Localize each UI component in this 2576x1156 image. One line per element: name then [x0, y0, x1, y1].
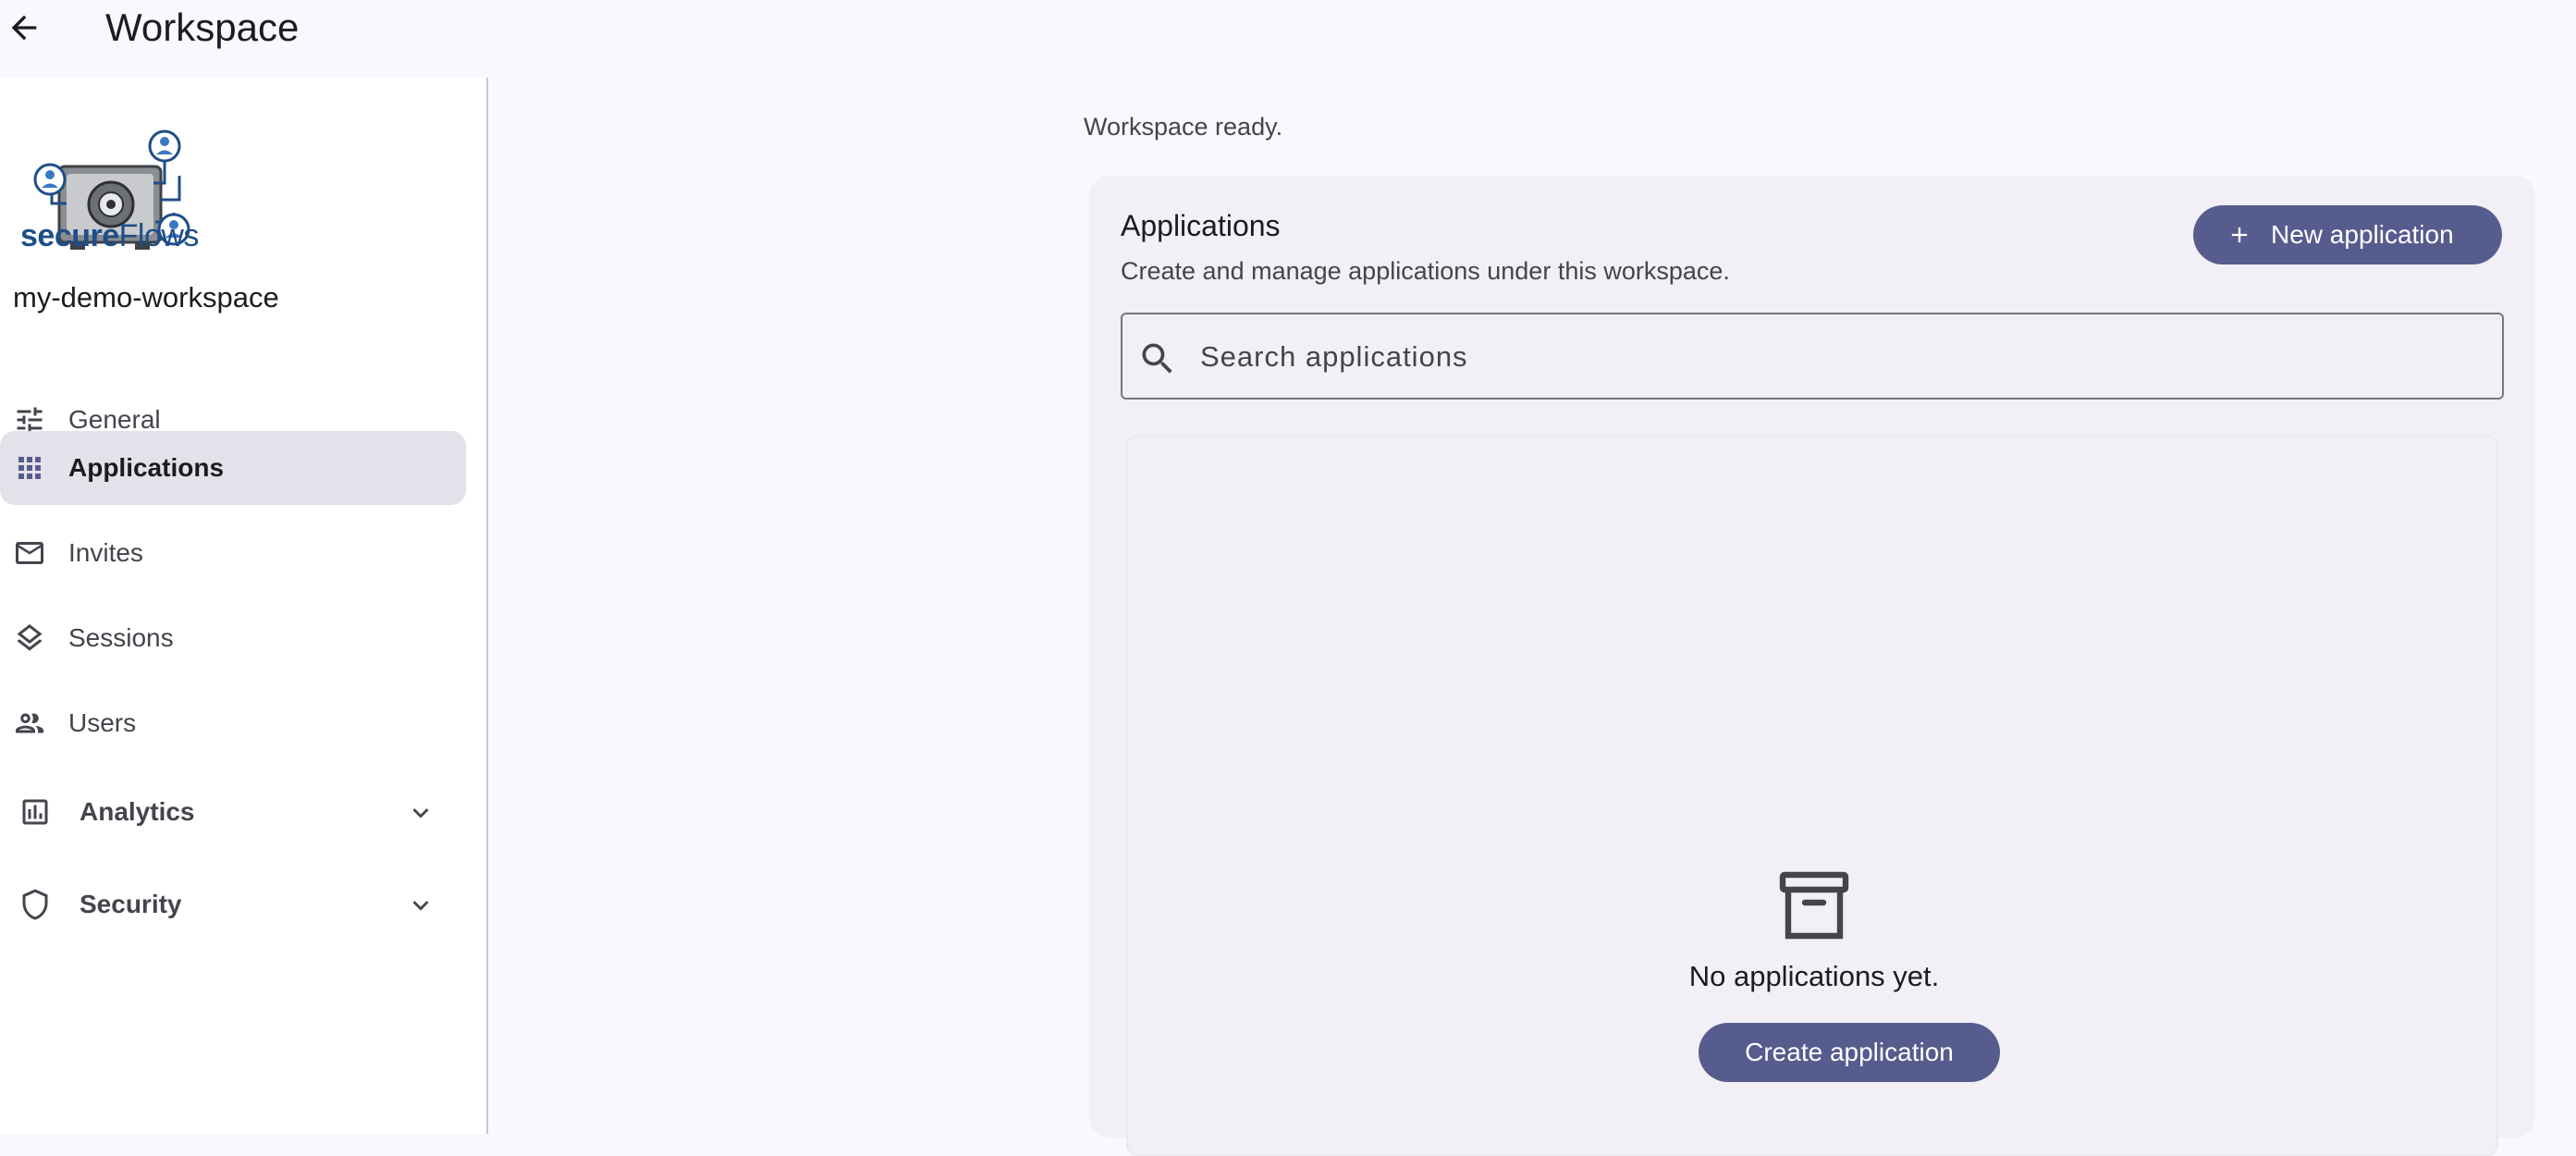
sidebar-item-invites[interactable]: Invites: [0, 516, 466, 590]
search-field[interactable]: [1121, 313, 2504, 400]
shield-icon: [22, 889, 48, 920]
sidebar-item-sessions[interactable]: Sessions: [0, 601, 466, 675]
new-application-button[interactable]: New application: [2193, 205, 2502, 264]
users-icon: [16, 713, 43, 733]
apps-grid-icon: [18, 457, 41, 479]
analytics-icon: [22, 799, 48, 825]
panel-subtitle: Create and manage applications under thi…: [1121, 257, 1730, 285]
mail-icon: [16, 542, 43, 564]
applications-list: No applications yet. Create application: [1126, 435, 2498, 1156]
new-application-label: New application: [2271, 220, 2454, 249]
sidebar-item-label: Users: [68, 708, 137, 737]
logo-wordmark: secureFlows: [20, 218, 199, 253]
chevron-down-icon[interactable]: [405, 890, 436, 921]
plus-icon: [2231, 227, 2248, 243]
search-icon: [1142, 343, 1172, 374]
sidebar-group-security[interactable]: Security: [0, 867, 466, 941]
sidebar-item-label: Applications: [68, 453, 225, 482]
status-message: Workspace ready.: [1084, 113, 1283, 141]
sidebar-item-applications[interactable]: Applications: [0, 431, 466, 505]
sidebar-group-analytics[interactable]: Analytics: [0, 775, 466, 849]
panel-title: Applications: [1121, 209, 1281, 242]
chevron-down-icon[interactable]: [405, 797, 436, 829]
sidebar-group-label: Security: [80, 890, 182, 918]
empty-state-message: No applications yet.: [1688, 960, 1940, 992]
sidebar-item-users[interactable]: Users: [0, 686, 466, 760]
sidebar-item-label: Invites: [68, 538, 143, 567]
top-app-bar: Workspace: [0, 0, 2576, 78]
layers-icon: [17, 624, 43, 651]
back-button[interactable]: [0, 0, 48, 55]
sidebar-item-label: Sessions: [68, 623, 174, 652]
sidebar-group-label: Analytics: [80, 797, 195, 826]
arrow-left-icon: [11, 15, 37, 41]
create-application-button[interactable]: Create application: [1699, 1023, 2000, 1082]
applications-panel: Applications Create and manage applicati…: [1089, 176, 2535, 1156]
archive-box-icon: [1779, 871, 1849, 940]
sidebar: secureFlows my-demo-workspace General Ap…: [0, 78, 488, 1134]
page-title: Workspace: [105, 6, 300, 49]
workspace-name: my-demo-workspace: [13, 281, 279, 314]
search-input[interactable]: [1200, 333, 2476, 381]
